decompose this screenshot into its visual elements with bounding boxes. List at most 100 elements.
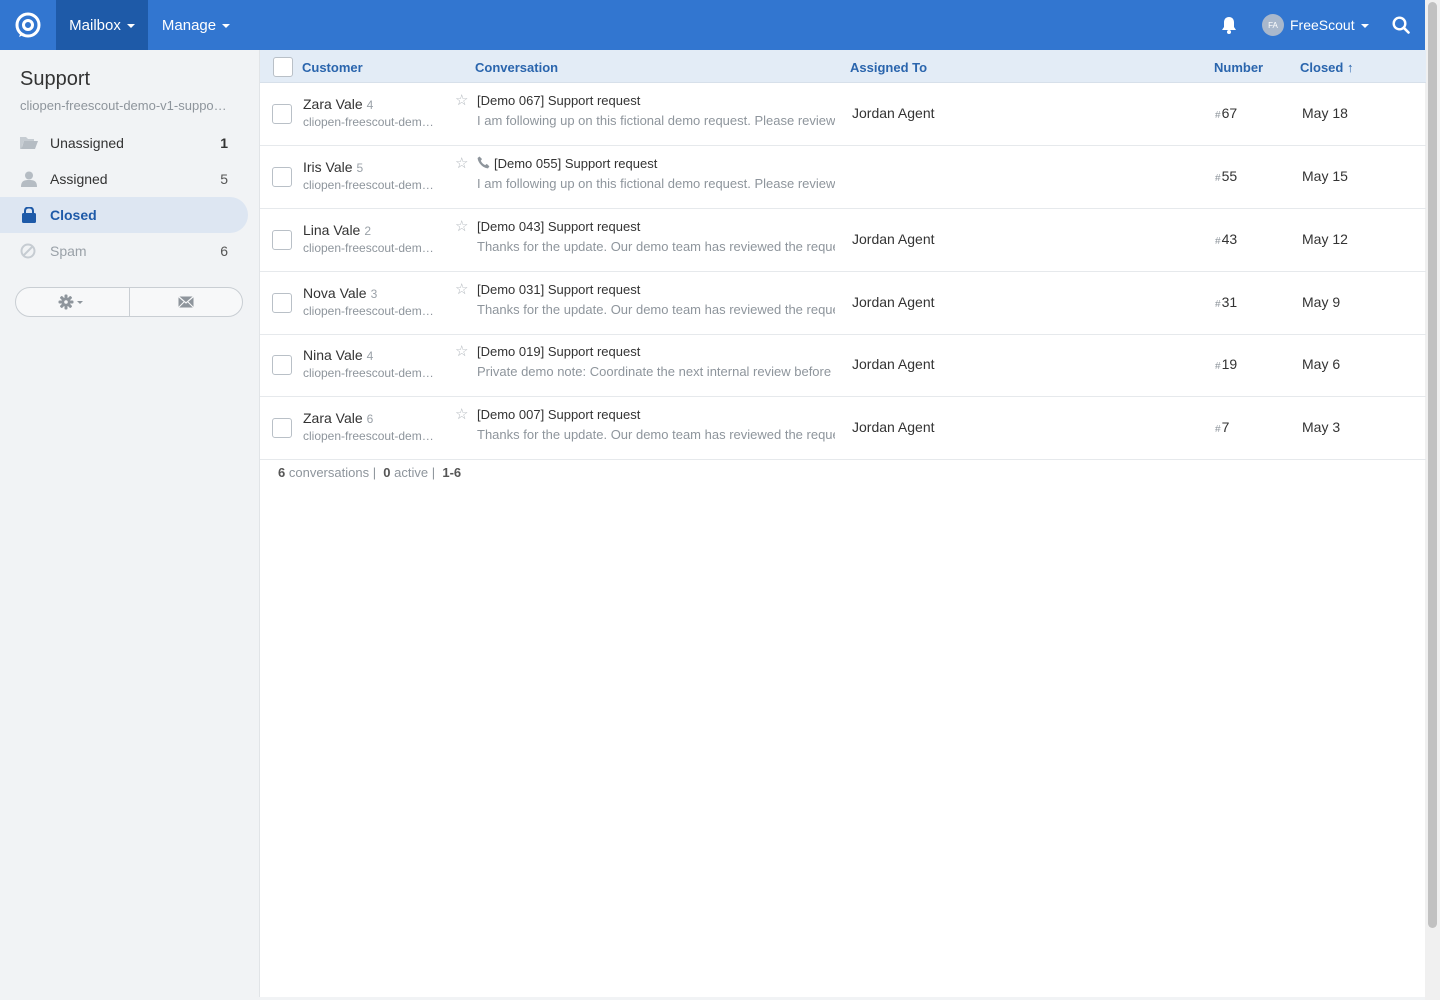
search-icon[interactable] bbox=[1390, 0, 1412, 50]
user-menu[interactable]: FA FreeScout bbox=[1262, 0, 1369, 50]
folder-unassigned[interactable]: Unassigned 1 bbox=[0, 125, 248, 161]
conversation-number: #7 bbox=[1215, 419, 1229, 435]
folder-count: 5 bbox=[220, 171, 228, 187]
closed-date: May 15 bbox=[1302, 168, 1348, 184]
folder-label: Assigned bbox=[50, 171, 108, 187]
conversation-subject[interactable]: [Demo 007] Support request bbox=[477, 407, 640, 422]
table-row[interactable]: Zara Vale6 cliopen-freescout-demo@exampl… bbox=[260, 397, 1426, 460]
avatar: FA bbox=[1262, 14, 1284, 36]
number-value: 7 bbox=[1221, 419, 1230, 435]
conversation-subject[interactable]: [Demo 067] Support request bbox=[477, 93, 640, 108]
freescout-logo-icon[interactable] bbox=[0, 0, 56, 50]
assigned-user: Jordan Agent bbox=[852, 419, 935, 435]
hash-icon: # bbox=[1215, 110, 1221, 121]
assigned-user: Jordan Agent bbox=[852, 294, 935, 310]
thread-count: 3 bbox=[370, 287, 378, 301]
customer-name-text: Zara Vale bbox=[303, 410, 363, 426]
table-row[interactable]: Nina Vale4 cliopen-freescout-demo@exampl… bbox=[260, 334, 1426, 397]
column-closed[interactable]: Closed ↑ bbox=[1300, 60, 1353, 75]
customer-name-text: Lina Vale bbox=[303, 222, 361, 238]
customer-name[interactable]: Zara Vale 6 bbox=[303, 410, 373, 426]
customer-name[interactable]: Lina Vale 2 bbox=[303, 222, 371, 238]
customer-name[interactable]: Iris Vale 5 bbox=[303, 159, 363, 175]
conversation-subject[interactable]: [Demo 031] Support request bbox=[477, 282, 640, 297]
conversation-subject[interactable]: [Demo 043] Support request bbox=[477, 219, 640, 234]
page-scrollbar[interactable] bbox=[1425, 0, 1440, 1000]
star-icon[interactable]: ☆ bbox=[455, 91, 468, 109]
customer-name[interactable]: Zara Vale 4 bbox=[303, 96, 373, 112]
customer-name[interactable]: Nina Vale 4 bbox=[303, 347, 373, 363]
conversation-number: #43 bbox=[1215, 231, 1237, 247]
folder-label: Spam bbox=[50, 243, 87, 259]
customer-name[interactable]: Nova Vale 3 bbox=[303, 285, 377, 301]
customer-email: cliopen-freescout-demo@example.com bbox=[303, 429, 438, 443]
select-all-checkbox[interactable] bbox=[273, 57, 293, 77]
conversations-count: 6 bbox=[278, 465, 286, 480]
column-assigned-to[interactable]: Assigned To bbox=[850, 60, 927, 75]
conversation-number: #31 bbox=[1215, 294, 1237, 310]
active-label: active bbox=[394, 465, 429, 480]
folder-spam[interactable]: Spam 6 bbox=[0, 233, 248, 269]
mailbox-settings-button[interactable] bbox=[16, 288, 129, 316]
folder-label: Closed bbox=[50, 207, 97, 223]
star-icon[interactable]: ☆ bbox=[455, 217, 468, 235]
star-icon[interactable]: ☆ bbox=[455, 154, 468, 172]
closed-date: May 9 bbox=[1302, 294, 1341, 310]
table-row[interactable]: Zara Vale4 cliopen-freescout-demo@exampl… bbox=[260, 83, 1426, 146]
hash-icon: # bbox=[1215, 299, 1221, 310]
customer-email: cliopen-freescout-demo@example.com bbox=[303, 115, 438, 129]
column-customer[interactable]: Customer bbox=[302, 60, 363, 75]
customer-email: cliopen-freescout-demo@example.com bbox=[303, 304, 438, 318]
number-value: 19 bbox=[1221, 356, 1238, 372]
folder-assigned[interactable]: Assigned 5 bbox=[0, 161, 248, 197]
notifications-bell-icon[interactable] bbox=[1219, 0, 1239, 50]
number-value: 43 bbox=[1221, 231, 1238, 247]
conversations-label: conversations bbox=[288, 465, 370, 480]
customer-name-text: Nina Vale bbox=[303, 347, 363, 363]
conversation-number: #67 bbox=[1215, 105, 1237, 121]
table-row[interactable]: Iris Vale5 cliopen-freescout-demo@exampl… bbox=[260, 146, 1426, 209]
ban-icon bbox=[20, 243, 36, 259]
mailbox-sidebar: Support cliopen-freescout-demo-v1-suppor… bbox=[0, 50, 258, 1000]
mailbox-menu[interactable]: Mailbox bbox=[56, 0, 148, 50]
manage-menu[interactable]: Manage bbox=[148, 0, 244, 50]
thread-count: 6 bbox=[366, 412, 374, 426]
row-checkbox[interactable] bbox=[272, 355, 292, 375]
hash-icon: # bbox=[1215, 236, 1221, 247]
number-value: 55 bbox=[1221, 168, 1238, 184]
row-checkbox[interactable] bbox=[272, 418, 292, 438]
row-checkbox[interactable] bbox=[272, 293, 292, 313]
row-checkbox[interactable] bbox=[272, 104, 292, 124]
customer-email: cliopen-freescout-demo@example.com bbox=[303, 178, 438, 192]
conversation-preview: I am following up on this fictional demo… bbox=[477, 113, 835, 128]
lock-icon bbox=[22, 207, 36, 223]
manage-menu-label: Manage bbox=[161, 16, 217, 34]
customer-name-text: Iris Vale bbox=[303, 159, 353, 175]
phone-icon bbox=[477, 156, 490, 169]
new-conversation-button[interactable] bbox=[128, 288, 243, 316]
hash-icon: # bbox=[1215, 173, 1221, 184]
conversation-number: #19 bbox=[1215, 356, 1237, 372]
column-number[interactable]: Number bbox=[1214, 60, 1263, 75]
row-checkbox[interactable] bbox=[272, 167, 292, 187]
table-row[interactable]: Lina Vale2 cliopen-freescout-demo@exampl… bbox=[260, 209, 1426, 272]
conversation-subject[interactable]: [Demo 019] Support request bbox=[477, 344, 640, 359]
scrollbar-thumb[interactable] bbox=[1428, 2, 1437, 928]
assigned-user: Jordan Agent bbox=[852, 105, 935, 121]
conversation-subject[interactable]: [Demo 055] Support request bbox=[477, 156, 657, 171]
chevron-down-icon bbox=[1360, 24, 1369, 28]
thread-count: 2 bbox=[364, 224, 372, 238]
folder-label: Unassigned bbox=[50, 135, 124, 151]
conversation-subject-text: [Demo 055] Support request bbox=[494, 156, 658, 171]
row-checkbox[interactable] bbox=[272, 230, 292, 250]
customer-email: cliopen-freescout-demo@example.com bbox=[303, 241, 438, 255]
star-icon[interactable]: ☆ bbox=[455, 405, 468, 423]
table-row[interactable]: Nova Vale3 cliopen-freescout-demo@exampl… bbox=[260, 272, 1426, 335]
top-navbar: Mailbox Manage FA FreeScout bbox=[0, 0, 1425, 50]
mailbox-menu-label: Mailbox bbox=[69, 16, 121, 34]
column-conversation[interactable]: Conversation bbox=[475, 60, 558, 75]
number-value: 31 bbox=[1221, 294, 1238, 310]
star-icon[interactable]: ☆ bbox=[455, 280, 468, 298]
star-icon[interactable]: ☆ bbox=[455, 342, 468, 360]
folder-closed[interactable]: Closed bbox=[0, 197, 248, 233]
